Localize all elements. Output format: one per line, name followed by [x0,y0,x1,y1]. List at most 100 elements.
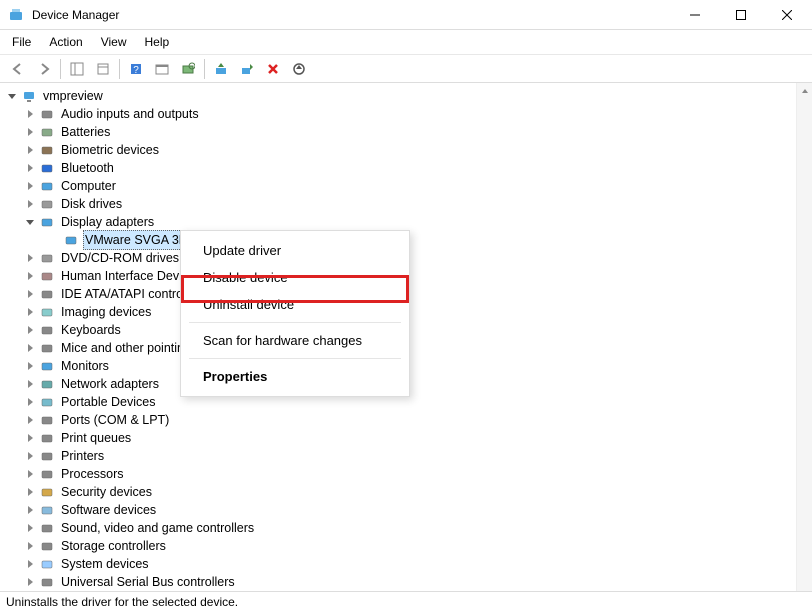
ctx-properties[interactable]: Properties [181,363,409,390]
menu-view[interactable]: View [93,33,135,51]
caret-icon[interactable] [6,90,18,102]
caret-icon[interactable] [24,144,36,156]
caret-icon[interactable] [24,486,36,498]
tree-item-label: Print queues [59,429,133,447]
scroll-up-icon[interactable] [797,83,812,99]
caret-icon[interactable] [24,504,36,516]
tree-category[interactable]: Security devices [6,483,812,501]
menu-action[interactable]: Action [41,33,90,51]
tree-item-label: Display adapters [59,213,156,231]
tree-item-label: Disk drives [59,195,124,213]
category-icon [39,160,55,176]
caret-icon[interactable] [24,522,36,534]
tree-category[interactable]: Display adapters [6,213,812,231]
context-menu: Update driver Disable device Uninstall d… [180,230,410,397]
tree-item-label: Software devices [59,501,158,519]
menu-help[interactable]: Help [137,33,178,51]
tree-category[interactable]: Sound, video and game controllers [6,519,812,537]
properties-button[interactable] [91,57,115,81]
tree-item-label: Ports (COM & LPT) [59,411,171,429]
category-icon [39,106,55,122]
caret-icon[interactable] [24,576,36,588]
category-icon [39,286,55,302]
caret-icon[interactable] [24,198,36,210]
caret-icon[interactable] [24,450,36,462]
category-icon [39,430,55,446]
caret-icon[interactable] [24,540,36,552]
caret-icon[interactable] [24,126,36,138]
tree-category[interactable]: Computer [6,177,812,195]
tree-item-label: Portable Devices [59,393,158,411]
tree-item-label: DVD/CD-ROM drives [59,249,181,267]
tree-item-label: Keyboards [59,321,123,339]
caret-icon[interactable] [24,270,36,282]
show-hide-tree-button[interactable] [65,57,89,81]
tree-category[interactable]: Biometric devices [6,141,812,159]
back-button[interactable] [6,57,30,81]
caret-icon[interactable] [24,342,36,354]
caret-icon[interactable] [24,396,36,408]
status-text: Uninstalls the driver for the selected d… [6,595,238,609]
tree-category[interactable]: Software devices [6,501,812,519]
caret-icon[interactable] [24,162,36,174]
category-icon [39,196,55,212]
caret-icon[interactable] [24,414,36,426]
tree-item-label: VMware SVGA 3D [83,230,190,250]
tree-category[interactable]: Print queues [6,429,812,447]
tree-category[interactable]: System devices [6,555,812,573]
caret-icon[interactable] [24,180,36,192]
close-button[interactable] [764,0,810,30]
action-button[interactable] [150,57,174,81]
tree-category[interactable]: Bluetooth [6,159,812,177]
ctx-disable-device[interactable]: Disable device [181,264,409,291]
tree-root[interactable]: vmpreview [6,87,812,105]
caret-icon[interactable] [24,468,36,480]
ctx-scan-hardware[interactable]: Scan for hardware changes [181,327,409,354]
caret-icon[interactable] [24,432,36,444]
category-icon [39,340,55,356]
tree-category[interactable]: Ports (COM & LPT) [6,411,812,429]
ctx-separator [189,322,401,323]
caret-icon[interactable] [24,324,36,336]
category-icon [39,214,55,230]
tree-category[interactable]: Storage controllers [6,537,812,555]
menu-bar: File Action View Help [0,30,812,55]
tree-item-label: Computer [59,177,118,195]
tree-category[interactable]: Processors [6,465,812,483]
disable-device-button[interactable] [235,57,259,81]
menu-file[interactable]: File [4,33,39,51]
caret-icon[interactable] [24,252,36,264]
tree-item-label: Storage controllers [59,537,168,555]
caret-icon[interactable] [24,360,36,372]
tree-item-label: System devices [59,555,151,573]
tree-category[interactable]: Printers [6,447,812,465]
tree-category[interactable]: Disk drives [6,195,812,213]
caret-icon[interactable] [24,558,36,570]
forward-button[interactable] [32,57,56,81]
ctx-separator [189,358,401,359]
caret-icon[interactable] [24,378,36,390]
tree-item-label: Printers [59,447,106,465]
enable-device-button[interactable] [287,57,311,81]
computer-icon [21,88,37,104]
minimize-button[interactable] [672,0,718,30]
tree-category[interactable]: Universal Serial Bus controllers [6,573,812,591]
maximize-button[interactable] [718,0,764,30]
ctx-update-driver[interactable]: Update driver [181,237,409,264]
category-icon [39,466,55,482]
help-button[interactable]: ? [124,57,148,81]
caret-icon[interactable] [24,108,36,120]
caret-icon[interactable] [24,288,36,300]
category-icon [39,322,55,338]
scrollbar[interactable] [796,83,812,591]
caret-icon[interactable] [24,216,36,228]
update-driver-button[interactable] [209,57,233,81]
ctx-uninstall-device[interactable]: Uninstall device [181,291,409,318]
category-icon [39,268,55,284]
window-title: Device Manager [32,8,672,22]
caret-icon[interactable] [24,306,36,318]
uninstall-device-button[interactable] [261,57,285,81]
scan-hardware-button[interactable] [176,57,200,81]
tree-category[interactable]: Audio inputs and outputs [6,105,812,123]
tree-category[interactable]: Batteries [6,123,812,141]
